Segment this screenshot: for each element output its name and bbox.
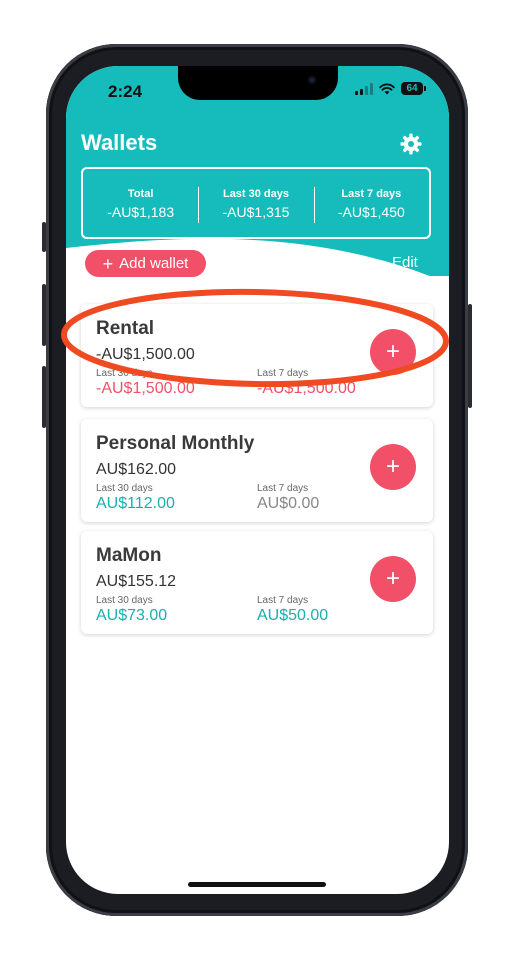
plus-icon: + [102,253,114,274]
edit-link[interactable]: Edit [392,254,418,271]
status-time: 2:24 [108,82,143,101]
wallet-name: MaMon [96,545,162,566]
add-transaction-button[interactable]: + [370,556,416,602]
summary-total: Total -AU$1,183 [83,169,198,237]
volume-up-button [42,284,46,346]
last-7-days-label: Last 7 days [257,483,309,494]
summary-label: Last 30 days [222,188,290,200]
summary-value: -AU$1,183 [107,204,175,220]
app-screen: 2:24 64 Wallets Total -AU$1,183 Last 30 … [66,66,449,894]
last-7-days-value: -AU$1,500.00 [257,380,356,397]
last-7-days-value: AU$0.00 [257,495,320,512]
last-30-days-value: AU$73.00 [96,607,168,624]
plus-icon: + [385,565,400,592]
wallet-name: Personal Monthly [96,433,255,454]
last-30-days-label: Last 30 days [96,483,153,494]
wallet-card-rental[interactable]: Rental -AU$1,500.00 Last 30 days -AU$1,5… [81,304,433,407]
last-7-days-value: AU$50.00 [257,607,329,624]
summary-label: Total [127,188,154,200]
wifi-icon [379,83,395,94]
add-transaction-button[interactable]: + [370,444,416,490]
mute-switch [42,222,46,252]
last-7-days-label: Last 7 days [257,368,309,379]
plus-icon: + [385,338,400,365]
summary-last-7-days: Last 7 days -AU$1,450 [313,169,429,237]
gear-icon[interactable] [399,132,423,156]
battery-icon: 64 [401,82,426,95]
summary-value: -AU$1,450 [337,204,405,220]
plus-icon: + [385,453,400,480]
signal-icon [355,82,373,95]
add-wallet-label: Add wallet [119,255,189,272]
summary-value: -AU$1,315 [222,204,290,220]
last-30-days-label: Last 30 days [96,368,153,379]
add-transaction-button[interactable]: + [370,329,416,375]
wallet-balance: -AU$1,500.00 [96,346,195,363]
power-button [468,304,472,408]
volume-down-button [42,366,46,428]
last-30-days-label: Last 30 days [96,595,153,606]
wallet-balance: AU$162.00 [96,461,177,478]
last-30-days-value: -AU$1,500.00 [96,380,195,397]
last-7-days-label: Last 7 days [257,595,309,606]
last-30-days-value: AU$112.00 [96,495,175,512]
wallet-name: Rental [96,318,155,339]
page-title: Wallets [81,130,158,155]
summary-last-30-days: Last 30 days -AU$1,315 [198,169,313,237]
wallet-card-mamon[interactable]: MaMon AU$155.12 Last 30 days AU$73.00 La… [81,531,433,634]
notch [178,66,338,100]
summary-panel: Total -AU$1,183 Last 30 days -AU$1,315 L… [81,167,431,239]
summary-label: Last 7 days [341,188,402,200]
wallet-card-personal-monthly[interactable]: Personal Monthly AU$162.00 Last 30 days … [81,419,433,522]
home-indicator [188,882,326,887]
camera-icon [308,76,316,84]
add-wallet-button[interactable]: + Add wallet [85,250,206,277]
status-icons: 64 [355,82,426,95]
wallet-balance: AU$155.12 [96,573,177,590]
